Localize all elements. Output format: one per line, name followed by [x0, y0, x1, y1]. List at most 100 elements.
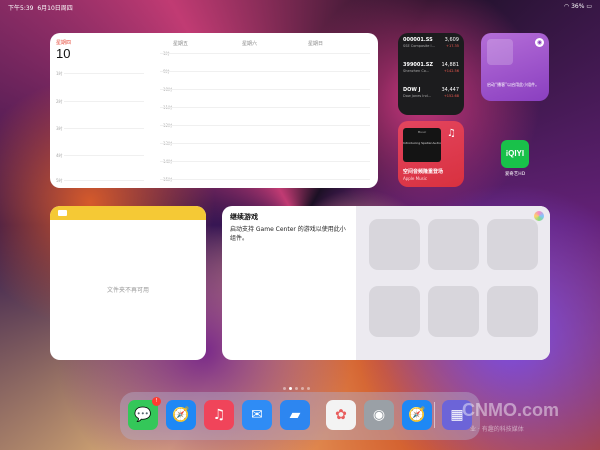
album-artwork[interactable]: Music Introducing Spatial Audio: [403, 128, 441, 162]
calendar-gridline: [160, 53, 370, 54]
iqiyi-app-icon[interactable]: iQIYI: [501, 140, 529, 168]
stock-symbol: DOW J: [403, 87, 421, 93]
stock-name: SSE Composite I...: [403, 44, 435, 48]
podcasts-message: 启动“播客”以启用此小组件。: [487, 82, 540, 87]
stock-symbol: 399001.SZ: [403, 62, 433, 68]
calendar-hour: 4时: [56, 153, 63, 158]
page-dot[interactable]: [301, 387, 304, 390]
stock-symbol: 000001.SS: [403, 37, 433, 43]
game-tile-placeholder: [369, 286, 420, 337]
music-note-icon: ♫: [447, 128, 456, 139]
safari-recent-app-icon[interactable]: 🧭: [402, 400, 432, 430]
calendar-gridline: [64, 128, 144, 129]
game-tile-placeholder: [428, 219, 479, 270]
folder-icon: ▰: [289, 407, 301, 423]
stock-change: +152.68: [443, 94, 459, 98]
calendar-gridline: [160, 161, 370, 162]
stock-name: Shenzhen Co...: [403, 69, 430, 73]
watermark-logo: CNMO.com: [462, 400, 560, 420]
notes-widget[interactable]: 文件夹不再可用: [50, 206, 206, 360]
calendar-gridline: [64, 155, 144, 156]
page-dot-active[interactable]: [289, 387, 292, 390]
podcasts-widget[interactable]: ◉ 启动“播客”以启用此小组件。: [481, 33, 549, 101]
calendar-gridline: [160, 107, 370, 108]
calendar-hour: 3时: [56, 126, 63, 131]
game-center-icon: [534, 211, 544, 221]
compass-icon: 🧭: [408, 407, 426, 423]
calendar-gridline: [160, 179, 370, 180]
calendar-gridline: [160, 125, 370, 126]
calendar-gridline: [160, 71, 370, 72]
calendar-hour: 5时: [56, 178, 63, 183]
dock-divider: [434, 402, 435, 428]
battery-indicator: ◠ 36% ▭: [563, 3, 592, 10]
calendar-gridline: [160, 89, 370, 90]
album-brand: Music: [417, 130, 427, 134]
page-dot[interactable]: [283, 387, 286, 390]
calendar-gridline: [64, 180, 144, 181]
folder-icon: [58, 210, 67, 216]
calendar-gridline: [64, 73, 144, 74]
music-title: 空间音频隆重登场: [403, 169, 444, 175]
apple-music-widget[interactable]: Music Introducing Spatial Audio ♫ 空间音频隆重…: [398, 121, 464, 187]
stock-price: 34,447: [441, 87, 460, 93]
calendar-weekday: 星期四: [56, 40, 72, 46]
camera-icon: ◉: [372, 407, 386, 423]
page-indicator[interactable]: [283, 375, 313, 390]
calendar-hour: 15时: [163, 177, 172, 183]
stock-change: +142.56: [443, 69, 459, 73]
game-center-title: 继续游戏: [230, 213, 258, 221]
calendar-hour: 9时: [163, 69, 170, 75]
flower-icon: ✿: [335, 407, 347, 423]
game-tile-placeholder: [487, 219, 538, 270]
music-app-icon[interactable]: ♫: [204, 400, 234, 430]
stock-price: 3,609: [444, 37, 459, 43]
battery-icon: ▭: [586, 3, 592, 10]
page-dot[interactable]: [295, 387, 298, 390]
game-tile-placeholder: [369, 219, 420, 270]
stock-price: 14,881: [441, 62, 460, 68]
calendar-gridline: [160, 143, 370, 144]
calendar-widget[interactable]: 星期四 10 1时 2时 3时 4时 5时 星期五 星期六 星期日 1时 9时 …: [50, 33, 378, 188]
files-app-icon[interactable]: ▰: [280, 400, 310, 430]
podcast-artwork-placeholder: [487, 39, 513, 65]
calendar-hour: 1时: [163, 51, 170, 57]
camera-app-icon[interactable]: ◉: [364, 400, 394, 430]
watermark-tagline: 业 · 有趣的科技媒体: [470, 426, 524, 433]
calendar-hour: 2时: [56, 99, 63, 104]
calendar-hour: 11时: [163, 105, 172, 111]
game-tile-placeholder: [428, 286, 479, 337]
stock-row[interactable]: 000001.SS SSE Composite I... 3,609 +17.3…: [403, 37, 459, 62]
calendar-column-friday: 星期五: [173, 41, 189, 47]
game-center-description: 启动支持 Game Center 的游戏以使用此小组件。: [230, 226, 346, 242]
game-tile-placeholder: [487, 286, 538, 337]
notes-header: [50, 206, 206, 220]
podcasts-icon: ◉: [535, 38, 544, 47]
calendar-hour: 14时: [163, 159, 172, 165]
calendar-column-sunday: 星期日: [308, 41, 324, 47]
stock-name: Dow Jones Ind...: [403, 94, 432, 98]
photos-app-icon[interactable]: ✿: [326, 400, 356, 430]
dock: 💬 ! 🧭 ♫ ✉ ▰ ✿ ◉ 🧭 ▦: [120, 392, 480, 440]
calendar-day: 10: [56, 46, 71, 61]
safari-app-icon[interactable]: 🧭: [166, 400, 196, 430]
envelope-icon: ✉: [251, 407, 263, 423]
game-center-widget[interactable]: 继续游戏 启动支持 Game Center 的游戏以使用此小组件。: [222, 206, 550, 360]
stock-change: +17.35: [446, 44, 459, 48]
messages-app-icon[interactable]: 💬 !: [128, 397, 161, 430]
calendar-gridline: [64, 101, 144, 102]
wifi-icon: ◠: [563, 3, 570, 10]
status-bar: 下午5:39 6月10日周四 ◠ 36% ▭: [0, 0, 600, 14]
stock-row[interactable]: DOW J Dow Jones Ind... 34,447 +152.68: [403, 87, 459, 112]
game-tiles-area: [356, 206, 550, 360]
page-dot[interactable]: [307, 387, 310, 390]
mail-app-icon[interactable]: ✉: [242, 400, 272, 430]
calendar-hour: 10时: [163, 87, 172, 93]
calendar-hour: 1时: [56, 71, 63, 76]
calendar-column-saturday: 星期六: [242, 41, 258, 47]
music-subtitle: Apple Music: [403, 176, 428, 181]
stock-row[interactable]: 399001.SZ Shenzhen Co... 14,881 +142.56: [403, 62, 459, 87]
notes-empty-message: 文件夹不再可用: [106, 287, 149, 294]
calendar-hour: 12时: [163, 123, 172, 129]
stocks-widget[interactable]: 000001.SS SSE Composite I... 3,609 +17.3…: [398, 33, 464, 115]
